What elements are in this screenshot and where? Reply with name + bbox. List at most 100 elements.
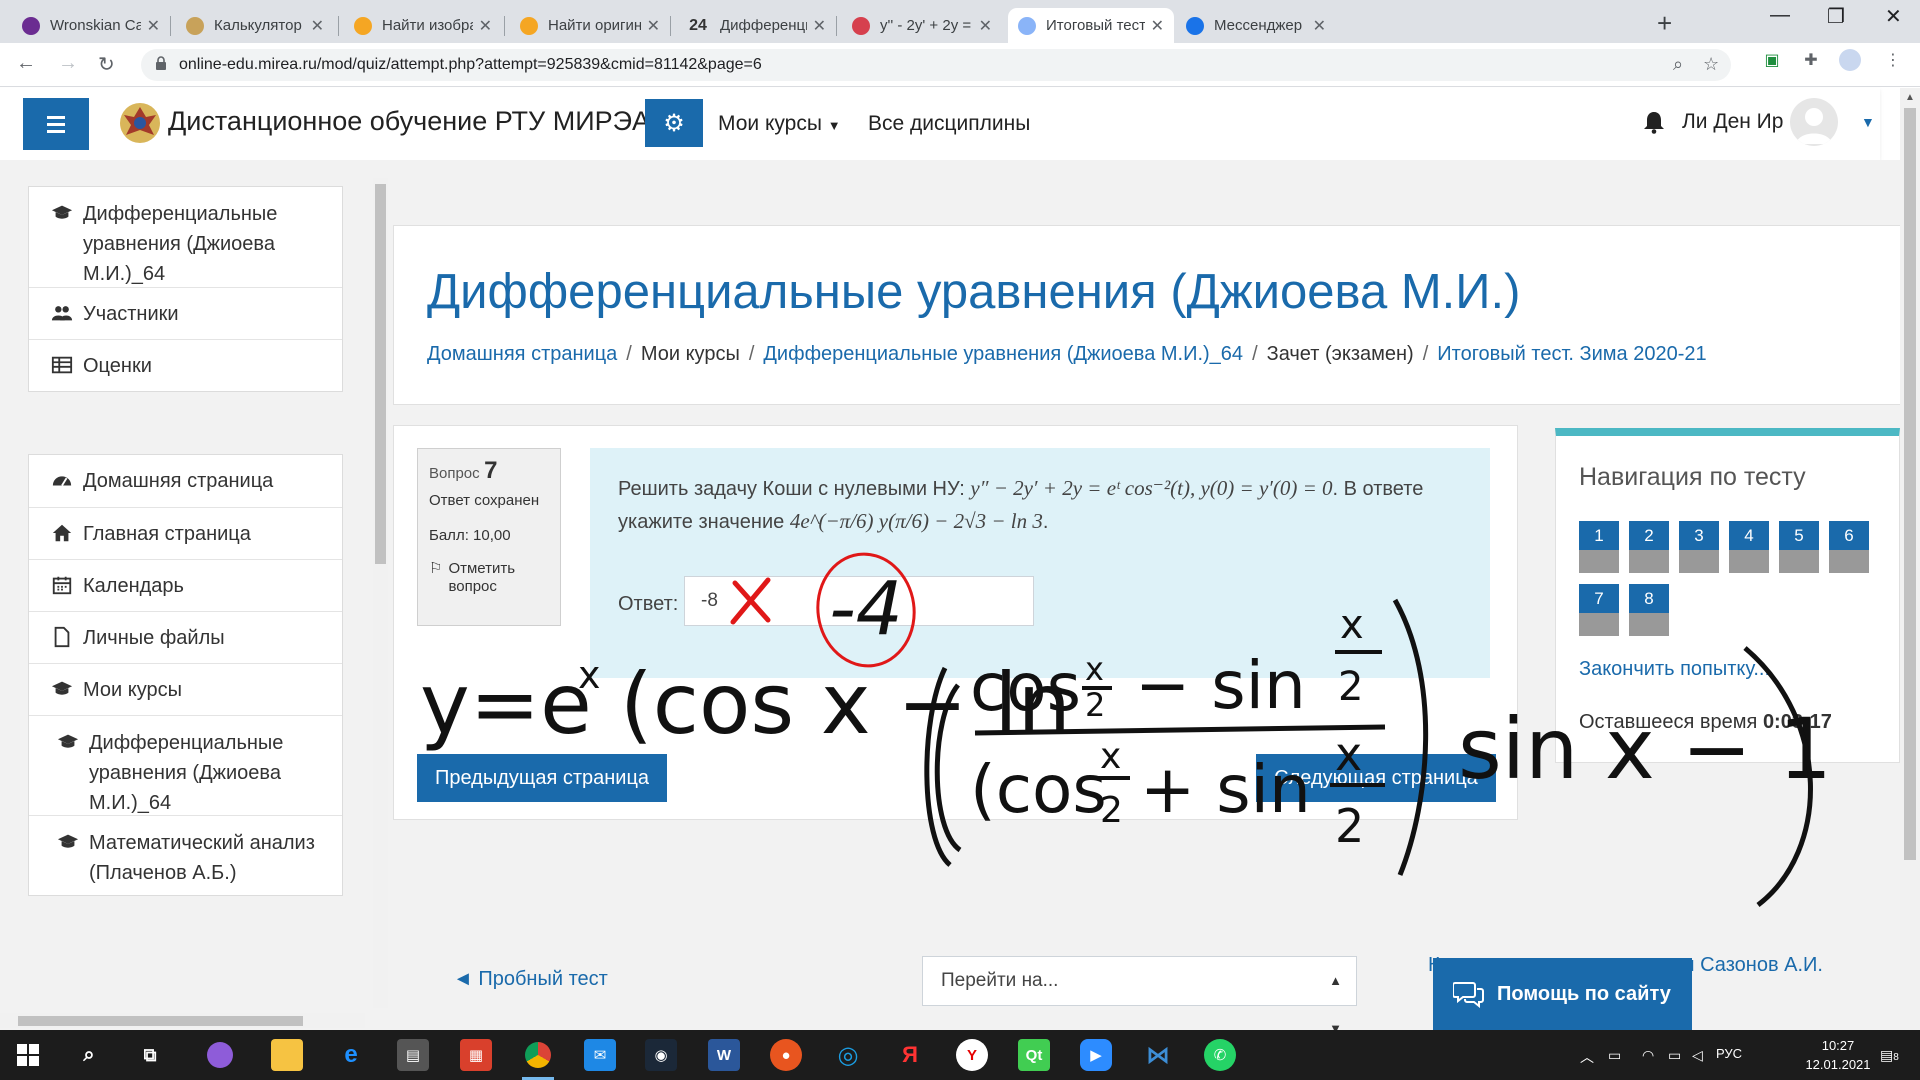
quiz-nav-question-button[interactable]: 8 [1629, 584, 1669, 636]
extension-icon[interactable]: ▣ [1761, 49, 1783, 71]
forward-icon[interactable]: → [58, 52, 78, 75]
wifi-icon[interactable]: ◠ [1642, 1047, 1654, 1064]
drawer-horizontal-scrollbar[interactable] [0, 1013, 365, 1028]
qt-creator-icon[interactable]: Qt [1018, 1039, 1050, 1071]
quiz-nav-question-button[interactable]: 6 [1829, 521, 1869, 573]
drawer-scrollbar[interactable] [373, 178, 388, 1008]
file-explorer-icon[interactable] [271, 1039, 303, 1071]
close-window-icon[interactable]: ✕ [1885, 4, 1902, 29]
edge-browser-icon[interactable]: e [335, 1039, 367, 1071]
answer-input[interactable]: -8 [684, 576, 1034, 626]
browser-tab[interactable]: Найти оригинал ф ✕ [510, 8, 670, 43]
close-tab-icon[interactable]: ✕ [147, 16, 160, 36]
quiz-nav-question-button[interactable]: 5 [1779, 521, 1819, 573]
close-tab-icon[interactable]: ✕ [311, 16, 324, 36]
breadcrumb-item[interactable]: Домашняя страница [427, 343, 617, 365]
quiz-nav-question-button[interactable]: 3 [1679, 521, 1719, 573]
tray-expand-icon[interactable]: ︿ [1580, 1047, 1594, 1067]
flag-question-link[interactable]: ⚐ Отметить вопрос [429, 560, 549, 596]
puzzle-icon[interactable]: ✚ [1800, 49, 1822, 71]
task-view-icon[interactable]: ⧉ [134, 1039, 166, 1071]
drawer-item[interactable]: Участники [29, 287, 342, 339]
all-disciplines-link[interactable]: Все дисциплины [868, 112, 1030, 136]
drawer-toggle-button[interactable] [23, 98, 89, 150]
chrome-icon[interactable] [522, 1039, 554, 1080]
browser-tab[interactable]: Калькулятор Инте ✕ [176, 8, 334, 43]
browser-tab[interactable]: Итоговый тест. Зи ✕ [1008, 8, 1174, 43]
browser-tab[interactable]: y'' - 2y' + 2y = e^t ✕ [842, 8, 1002, 43]
gift-app-icon[interactable]: ▦ [460, 1039, 492, 1071]
close-tab-icon[interactable]: ✕ [1313, 16, 1326, 36]
scroll-up-icon[interactable]: ▲ [1905, 92, 1915, 103]
close-tab-icon[interactable]: ✕ [479, 16, 492, 36]
drawer-item[interactable]: Математический анализ (Плаченов А.Б.) [29, 815, 342, 895]
drawer-item[interactable]: Дифференциальные уравнения (Джиоева М.И.… [29, 715, 342, 815]
zoom-icon[interactable]: ▶ [1080, 1039, 1112, 1071]
prev-page-button[interactable]: Предыдущая страница [417, 754, 667, 802]
quiz-nav-question-button[interactable]: 2 [1629, 521, 1669, 573]
browser-tab[interactable]: Найти изображени ✕ [344, 8, 502, 43]
close-tab-icon[interactable]: ✕ [1151, 16, 1164, 36]
user-menu-caret-icon[interactable]: ▼ [1861, 114, 1875, 130]
quiz-nav-question-button[interactable]: 7 [1579, 584, 1619, 636]
close-tab-icon[interactable]: ✕ [813, 16, 826, 36]
drawer-item[interactable]: Домашняя страница [29, 455, 342, 507]
windows-start-icon[interactable] [12, 1039, 44, 1071]
mail-icon[interactable]: ✉ [584, 1039, 616, 1071]
my-courses-menu[interactable]: Мои курсы ▼ [718, 112, 841, 136]
breadcrumb-item[interactable]: Дифференциальные уравнения (Джиоева М.И.… [763, 343, 1243, 365]
bookmark-star-icon[interactable]: ☆ [1703, 54, 1719, 75]
vpn-app-icon[interactable]: ◎ [832, 1039, 864, 1071]
site-name[interactable]: Дистанционное обучение РТУ МИРЭА [168, 106, 650, 137]
drawer-item[interactable]: Оценки [29, 339, 342, 391]
drawer-item[interactable]: Личные файлы [29, 611, 342, 663]
battery-icon[interactable]: ▭ [1668, 1047, 1681, 1064]
notification-center-icon[interactable]: ▤8 [1880, 1047, 1899, 1064]
profile-avatar-icon[interactable] [1839, 49, 1861, 71]
yandex-browser-icon[interactable]: Y [956, 1039, 988, 1071]
browser-tab[interactable]: Wronskian Calcula ✕ [12, 8, 170, 43]
drawer-item[interactable]: Мои курсы [29, 663, 342, 715]
search-icon[interactable]: ⌕ [73, 1039, 105, 1071]
browser-tab[interactable]: 24 Дифференциальн ✕ [676, 8, 836, 43]
yandex-icon[interactable]: Я [894, 1039, 926, 1071]
bell-icon[interactable] [1643, 110, 1665, 134]
minimize-icon[interactable]: — [1770, 4, 1790, 27]
volume-icon[interactable]: ◁ [1692, 1047, 1703, 1064]
drawer-item[interactable]: Дифференциальные уравнения (Джиоева М.И.… [29, 187, 342, 287]
prev-activity-link[interactable]: ◄ Пробный тест [453, 968, 608, 991]
store-icon[interactable]: ▤ [397, 1039, 429, 1071]
page-scrollbar[interactable]: ▲ [1900, 88, 1920, 1030]
url-omnibox[interactable]: online-edu.mirea.ru/mod/quiz/attempt.php… [141, 49, 1731, 81]
word-icon[interactable]: W [708, 1039, 740, 1071]
steam-icon[interactable]: ◉ [645, 1039, 677, 1071]
settings-cog-button[interactable]: ⚙ [645, 99, 703, 147]
quiz-nav-question-button[interactable]: 1 [1579, 521, 1619, 573]
close-tab-icon[interactable]: ✕ [647, 16, 660, 36]
next-page-button[interactable]: Следующая страница [1256, 754, 1496, 802]
input-language[interactable]: РУС [1716, 1046, 1742, 1061]
maximize-icon[interactable]: ❐ [1827, 4, 1845, 29]
new-tab-button[interactable]: + [1657, 8, 1672, 39]
clock[interactable]: 10:27 12.01.2021 [1800, 1036, 1876, 1074]
tray-app-icon[interactable]: ▭ [1608, 1047, 1621, 1064]
finish-attempt-link[interactable]: Закончить попытку... [1579, 658, 1770, 681]
browser-tab[interactable]: Мессенджер ✕ [1176, 8, 1336, 43]
cortana-app-icon[interactable] [207, 1042, 233, 1068]
jump-to-select[interactable]: Перейти на... ▲ ▼ [922, 956, 1357, 1030]
chrome-menu-icon[interactable]: ⋮ [1882, 49, 1904, 71]
close-tab-icon[interactable]: ✕ [979, 16, 992, 36]
drawer-item[interactable]: Главная страница [29, 507, 342, 559]
whatsapp-icon[interactable]: ✆ [1204, 1039, 1236, 1071]
avatar[interactable] [1790, 98, 1838, 146]
reload-icon[interactable]: ↻ [98, 52, 115, 77]
origin-icon[interactable]: ● [770, 1039, 802, 1071]
zoom-icon[interactable]: ⌕ [1673, 54, 1683, 75]
drawer-item[interactable]: Календарь [29, 559, 342, 611]
back-icon[interactable]: ← [16, 52, 36, 75]
vscode-icon[interactable]: ⋈ [1142, 1039, 1174, 1071]
site-help-button[interactable]: Помощь по сайту [1433, 958, 1692, 1030]
user-name[interactable]: Ли Ден Ир [1682, 110, 1783, 134]
quiz-nav-question-button[interactable]: 4 [1729, 521, 1769, 573]
breadcrumb-item[interactable]: Итоговый тест. Зима 2020-21 [1437, 343, 1706, 365]
